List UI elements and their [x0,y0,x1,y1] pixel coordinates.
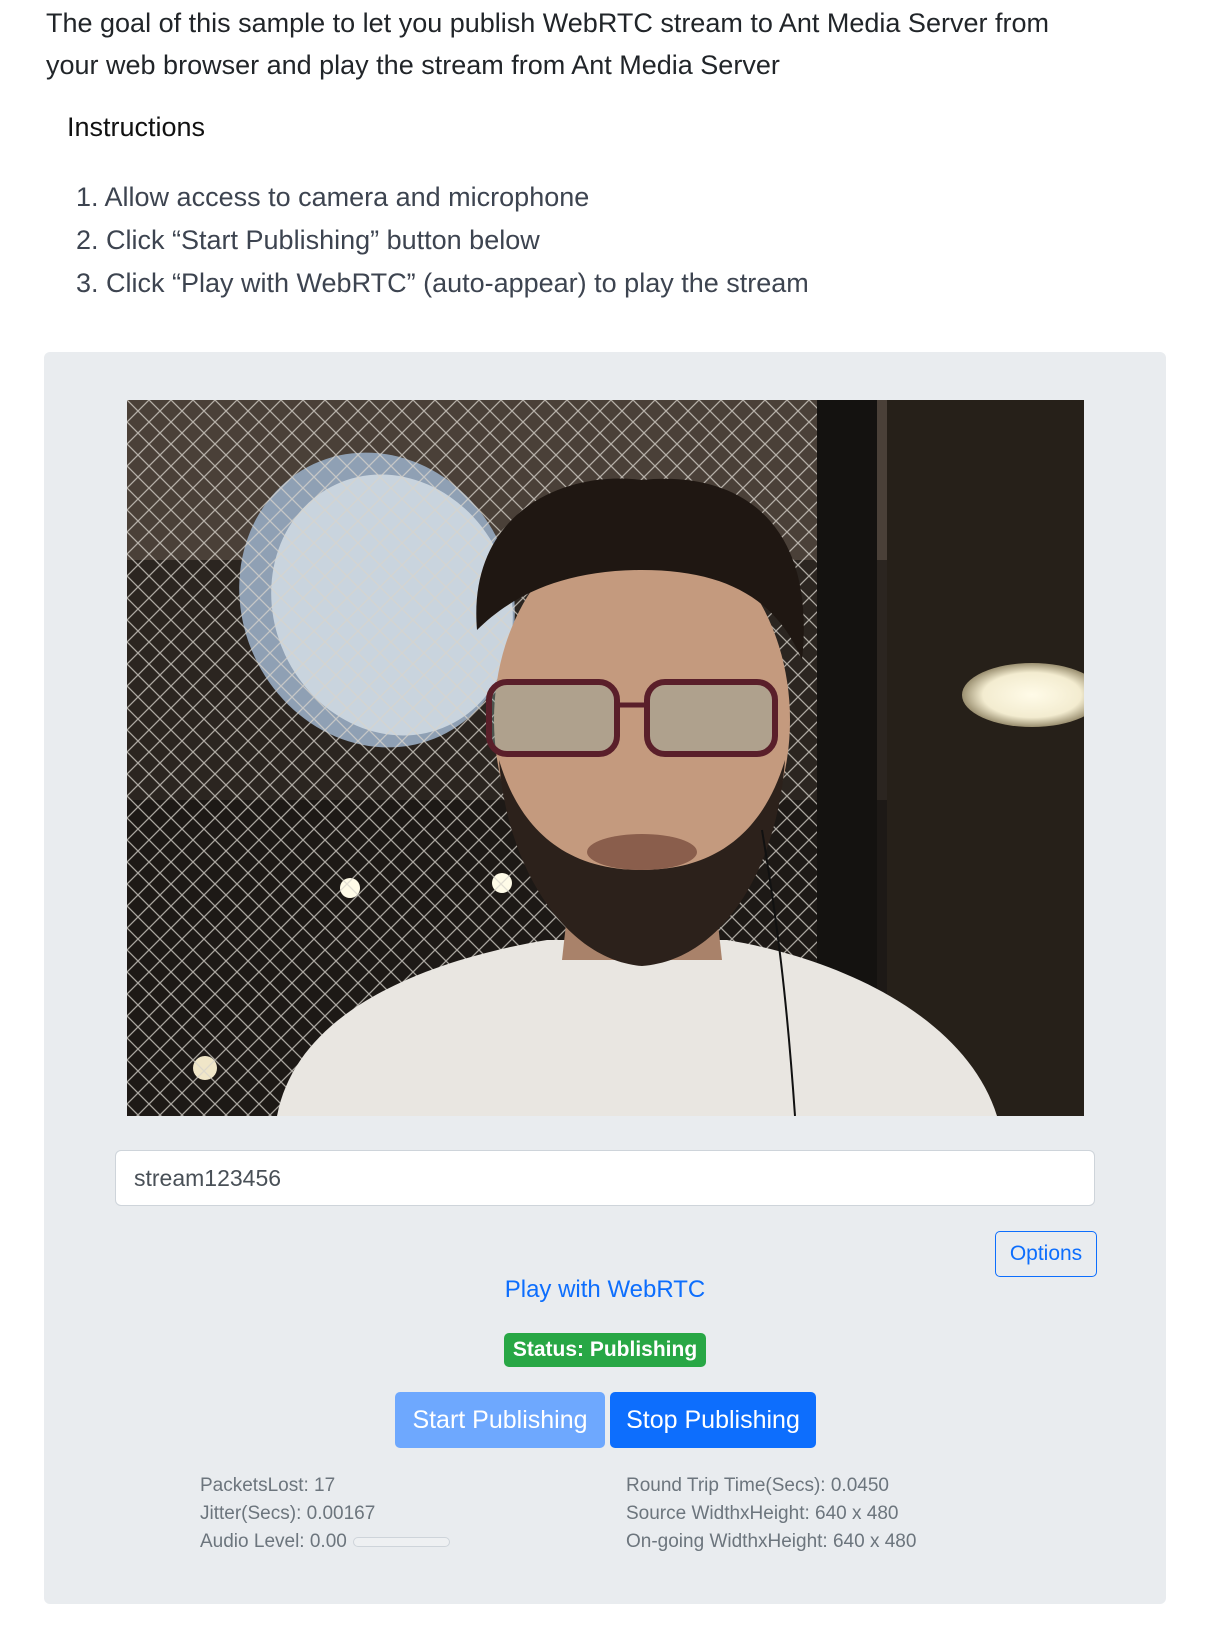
stream-id-input[interactable] [115,1150,1095,1206]
play-with-webrtc-link[interactable]: Play with WebRTC [44,1276,1166,1304]
instruction-step: 2. Click “Start Publishing” button below [76,225,540,255]
audio-level-meter [352,1536,450,1547]
status-badge: Status: Publishing [503,1333,707,1367]
ongoing-dimensions-stat: On-going WidthxHeight: 640 x 480 [626,1531,917,1552]
instruction-step: 1. Allow access to camera and microphone [76,182,590,212]
local-video-preview [127,400,1084,1116]
instructions-list: 1. Allow access to camera and microphone… [76,176,809,305]
camera-frame-image [127,400,1084,1116]
audio-level-stat: Audio Level: 0.00 [200,1531,347,1552]
intro-text: The goal of this sample to let you publi… [46,2,1186,86]
publish-panel: Options Play with WebRTC Status: Publish… [44,352,1166,1604]
options-button[interactable]: Options [995,1231,1097,1277]
packets-lost-stat: PacketsLost: 17 [200,1475,336,1496]
round-trip-time-stat: Round Trip Time(Secs): 0.0450 [626,1475,889,1496]
stop-publishing-button[interactable]: Stop Publishing [610,1392,816,1448]
jitter-stat: Jitter(Secs): 0.00167 [200,1503,376,1524]
instruction-step: 3. Click “Play with WebRTC” (auto-appear… [76,268,809,298]
intro-line-1: The goal of this sample to let you publi… [46,8,1049,38]
stats-right: Round Trip Time(Secs): 0.0450 Source Wid… [626,1472,916,1556]
audio-level-row: Audio Level: 0.00 [200,1528,450,1556]
instructions-heading: Instructions [67,112,206,142]
start-publishing-button[interactable]: Start Publishing [395,1392,605,1448]
stats-left: PacketsLost: 17 Jitter(Secs): 0.00167 Au… [200,1472,450,1556]
status-row: Status: Publishing [44,1333,1166,1367]
source-dimensions-stat: Source WidthxHeight: 640 x 480 [626,1503,899,1524]
intro-line-2: your web browser and play the stream fro… [46,50,780,80]
